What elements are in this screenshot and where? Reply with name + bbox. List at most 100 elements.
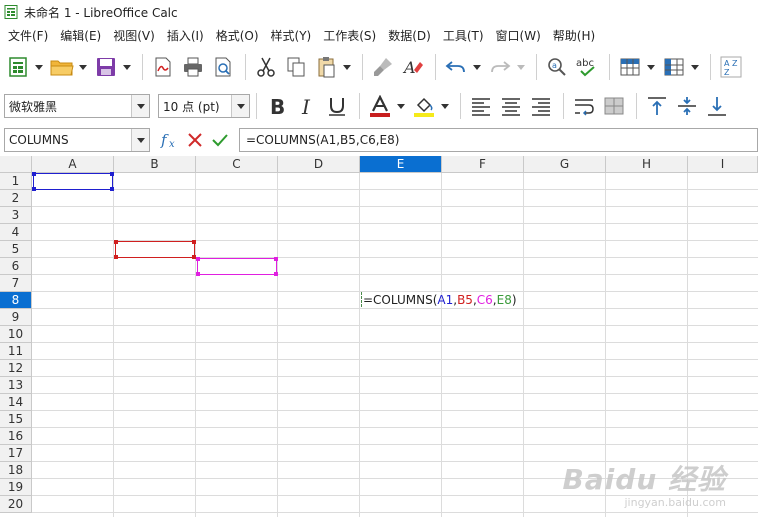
row-header-12[interactable]: 12 — [0, 360, 32, 377]
copy-icon — [287, 57, 305, 77]
column-header-h[interactable]: H — [606, 156, 688, 173]
name-box[interactable]: COLUMNS — [4, 128, 150, 152]
row-header-4[interactable]: 4 — [0, 224, 32, 241]
row-header-7[interactable]: 7 — [0, 275, 32, 292]
row-header-16[interactable]: 16 — [0, 428, 32, 445]
redo-dropdown-arrow[interactable] — [516, 53, 526, 81]
row-dropdown-arrow[interactable] — [646, 53, 656, 81]
row-header-10[interactable]: 10 — [0, 326, 32, 343]
menu-edit[interactable]: 编辑(E) — [54, 27, 107, 44]
copy-button[interactable] — [282, 53, 310, 81]
font-name-box[interactable]: 微软雅黑 — [4, 94, 150, 118]
merge-cells-button[interactable] — [600, 92, 628, 120]
row-header-15[interactable]: 15 — [0, 411, 32, 428]
chevron-down-icon[interactable] — [131, 129, 149, 151]
column-header-d[interactable]: D — [278, 156, 360, 173]
undo-button[interactable] — [442, 53, 470, 81]
align-top-button[interactable] — [643, 92, 671, 120]
redo-button[interactable] — [486, 53, 514, 81]
find-replace-button[interactable]: a — [543, 53, 571, 81]
menu-sheet[interactable]: 工作表(S) — [317, 27, 382, 44]
row-button[interactable] — [616, 53, 644, 81]
wrap-text-button[interactable] — [570, 92, 598, 120]
function-wizard-icon[interactable]: fx — [158, 128, 182, 152]
select-all-corner[interactable] — [0, 156, 32, 173]
menu-help[interactable]: 帮助(H) — [547, 27, 601, 44]
open-button[interactable] — [48, 53, 76, 81]
column-header-f[interactable]: F — [442, 156, 524, 173]
open-dropdown-arrow[interactable] — [78, 53, 88, 81]
paste-button[interactable] — [312, 53, 340, 81]
bold-button[interactable]: B — [263, 92, 291, 120]
menu-file[interactable]: 文件(F) — [2, 27, 54, 44]
row-header-1[interactable]: 1 — [0, 173, 32, 190]
center-vertically-button[interactable] — [673, 92, 701, 120]
print-button[interactable] — [179, 53, 207, 81]
sort-ascending-button[interactable]: AZZ — [717, 53, 745, 81]
row-header-5[interactable]: 5 — [0, 241, 32, 258]
column-header-b[interactable]: B — [114, 156, 196, 173]
column-header-c[interactable]: C — [196, 156, 278, 173]
row-header-9[interactable]: 9 — [0, 309, 32, 326]
italic-button[interactable]: I — [293, 92, 321, 120]
find-replace-icon: a — [548, 58, 566, 76]
cut-button[interactable] — [252, 53, 280, 81]
align-right-button[interactable] — [527, 92, 555, 120]
row-header-19[interactable]: 19 — [0, 479, 32, 496]
font-color-button[interactable] — [366, 92, 394, 120]
cell-e8-editor[interactable]: =COLUMNS(A1, B5, C6, E8) — [361, 291, 517, 308]
menu-styles[interactable]: 样式(Y) — [265, 27, 318, 44]
paste-dropdown-arrow[interactable] — [342, 53, 352, 81]
new-dropdown-arrow[interactable] — [34, 53, 44, 81]
row-header-14[interactable]: 14 — [0, 394, 32, 411]
ref-b5-text: B5 — [457, 292, 473, 307]
column-button[interactable] — [660, 53, 688, 81]
row-header-17[interactable]: 17 — [0, 445, 32, 462]
background-color-button[interactable] — [410, 92, 438, 120]
row-header-3[interactable]: 3 — [0, 207, 32, 224]
menu-insert[interactable]: 插入(I) — [161, 27, 210, 44]
column-dropdown-arrow[interactable] — [690, 53, 700, 81]
clone-formatting-button[interactable] — [369, 53, 397, 81]
chevron-down-icon[interactable] — [231, 95, 249, 117]
spreadsheet-grid[interactable]: A B C D E F G H I 1 2 3 4 5 6 7 8 9 10 1… — [0, 156, 758, 517]
save-button[interactable] — [92, 53, 120, 81]
menu-data[interactable]: 数据(D) — [382, 27, 437, 44]
column-header-i[interactable]: I — [688, 156, 758, 173]
column-header-a[interactable]: A — [32, 156, 114, 173]
chevron-down-icon[interactable] — [131, 95, 149, 117]
menu-window[interactable]: 窗口(W) — [490, 27, 547, 44]
row-header-6[interactable]: 6 — [0, 258, 32, 275]
row-header-20[interactable]: 20 — [0, 496, 32, 513]
background-color-dropdown-arrow[interactable] — [440, 92, 450, 120]
align-bottom-button[interactable] — [703, 92, 731, 120]
row-header-18[interactable]: 18 — [0, 462, 32, 479]
column-header-g[interactable]: G — [524, 156, 606, 173]
row-header-11[interactable]: 11 — [0, 343, 32, 360]
font-size-box[interactable]: 10 点 (pt) — [158, 94, 250, 118]
align-center-button[interactable] — [497, 92, 525, 120]
new-spreadsheet-button[interactable] — [4, 53, 32, 81]
spelling-button[interactable]: abc — [573, 53, 601, 81]
undo-dropdown-arrow[interactable] — [472, 53, 482, 81]
underline-icon — [329, 98, 345, 116]
scissors-icon — [257, 57, 275, 77]
row-header-13[interactable]: 13 — [0, 377, 32, 394]
formula-input[interactable]: =COLUMNS(A1,B5,C6,E8) — [239, 128, 758, 152]
accept-icon[interactable] — [208, 128, 232, 152]
menu-view[interactable]: 视图(V) — [107, 27, 161, 44]
font-color-dropdown-arrow[interactable] — [396, 92, 406, 120]
svg-text:a: a — [552, 61, 557, 70]
cancel-icon[interactable] — [183, 128, 207, 152]
clear-formatting-button[interactable]: A — [399, 53, 427, 81]
align-left-button[interactable] — [467, 92, 495, 120]
print-preview-button[interactable] — [209, 53, 237, 81]
underline-button[interactable] — [323, 92, 351, 120]
export-pdf-button[interactable] — [149, 53, 177, 81]
row-header-8[interactable]: 8 — [0, 292, 32, 309]
save-dropdown-arrow[interactable] — [122, 53, 132, 81]
row-header-2[interactable]: 2 — [0, 190, 32, 207]
column-header-e[interactable]: E — [360, 156, 442, 173]
menu-format[interactable]: 格式(O) — [210, 27, 265, 44]
menu-tools[interactable]: 工具(T) — [437, 27, 490, 44]
